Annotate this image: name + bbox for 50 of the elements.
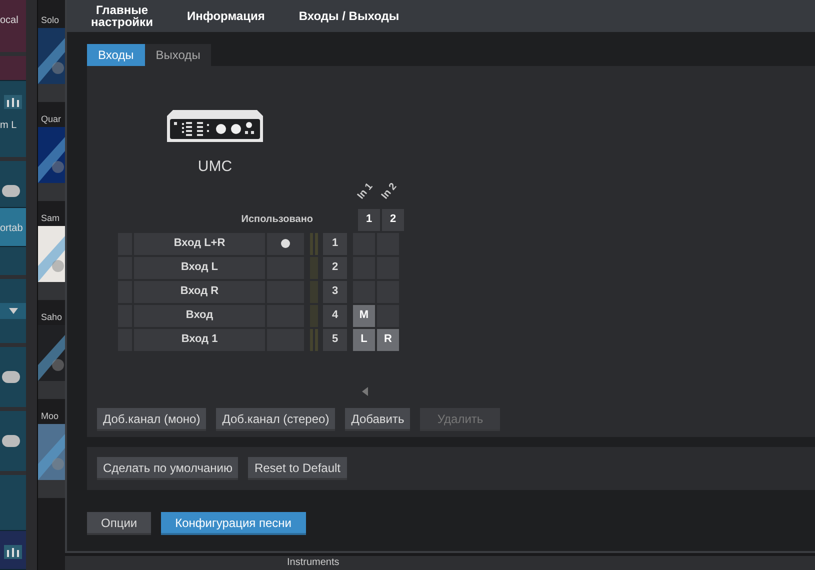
- mixer-icon: [4, 545, 22, 559]
- input-label: In 1: [354, 179, 376, 203]
- channel-button[interactable]: Добавить: [345, 408, 410, 431]
- io-tab[interactable]: Входы: [87, 44, 145, 66]
- settings-tab[interactable]: Главные настройки: [87, 2, 157, 30]
- channel-button[interactable]: Доб.канал (моно): [97, 408, 206, 431]
- toggle-switch[interactable]: [2, 185, 20, 197]
- channel-name[interactable]: Вход: [134, 304, 265, 326]
- routing-cell[interactable]: R: [377, 328, 399, 350]
- preset-name[interactable]: Moo: [38, 408, 65, 424]
- channel-number: 4: [323, 304, 347, 326]
- scroll-left-icon: [362, 387, 368, 396]
- channel-name[interactable]: Вход 1: [134, 328, 265, 350]
- default-button[interactable]: Сделать по умолчанию: [97, 457, 238, 480]
- channel-button[interactable]: Доб.канал (стерео): [216, 408, 336, 431]
- channel-number: 2: [323, 256, 347, 278]
- routing-cell[interactable]: M: [353, 304, 375, 326]
- section-label: Instruments: [287, 556, 340, 570]
- channel-name[interactable]: Вход R: [134, 280, 265, 302]
- default-button[interactable]: Reset to Default: [248, 457, 347, 480]
- toggle-switch[interactable]: [2, 371, 20, 383]
- settings-tab[interactable]: Информация: [183, 8, 269, 24]
- dropdown-button[interactable]: [0, 303, 26, 319]
- channel-number: 3: [323, 280, 347, 302]
- footer-button[interactable]: Опции: [87, 512, 152, 535]
- channel-number: 1: [323, 232, 347, 254]
- preset-name[interactable]: Saho: [38, 309, 65, 325]
- settings-tab[interactable]: Входы / Выходы: [294, 8, 404, 24]
- input-number: 1: [358, 208, 380, 230]
- device-name: UMC: [198, 157, 232, 177]
- preset-name[interactable]: Sam: [38, 210, 65, 226]
- column-header: Использовано: [240, 213, 313, 227]
- channel-name[interactable]: Вход L: [134, 256, 265, 278]
- preset-name[interactable]: Solo: [38, 12, 65, 28]
- used-indicator: [281, 239, 290, 248]
- channel-name[interactable]: Вход L+R: [134, 232, 265, 254]
- audio-interface-icon: [167, 110, 263, 142]
- io-tab[interactable]: Выходы: [144, 44, 212, 66]
- footer-button[interactable]: Конфигурация песни: [161, 512, 306, 535]
- mixer-icon: [4, 95, 22, 109]
- channel-number: 5: [323, 328, 347, 350]
- preset-name[interactable]: Quar: [38, 111, 65, 127]
- toggle-switch[interactable]: [2, 435, 20, 447]
- track-name: ortab: [0, 222, 24, 236]
- track-name: ocal: [0, 14, 20, 28]
- track-name: m L: [0, 119, 18, 133]
- input-label: In 2: [378, 179, 400, 203]
- input-number: 2: [382, 208, 404, 230]
- routing-cell[interactable]: L: [353, 328, 375, 350]
- caret-icon: [8, 308, 18, 314]
